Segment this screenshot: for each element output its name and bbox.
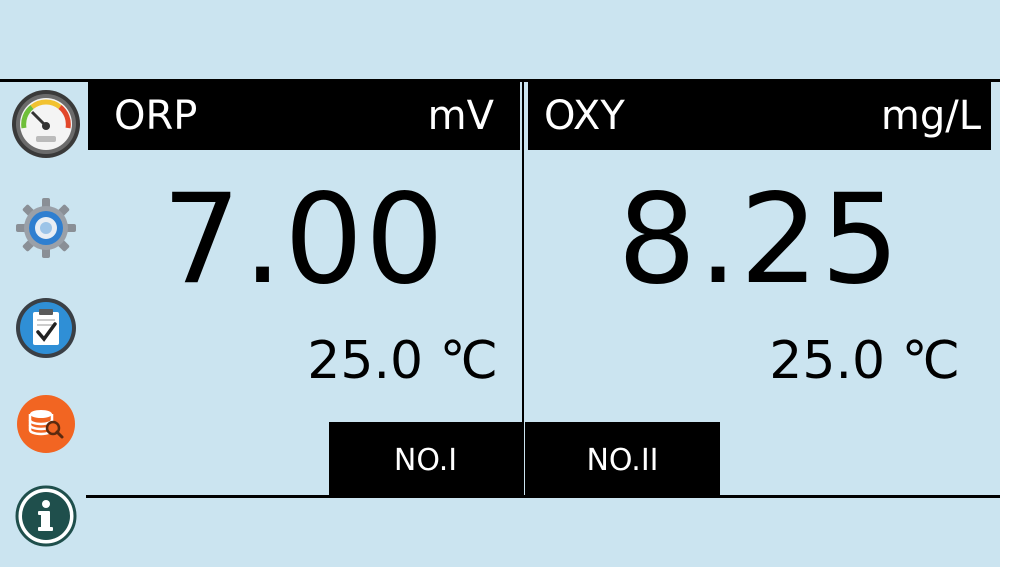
channel-1-temperature: 25.0 ℃ — [307, 331, 498, 391]
tab-channel-2[interactable]: NO.II — [525, 422, 720, 498]
sidebar-item-settings[interactable] — [10, 192, 82, 264]
channel-1-parameter: ORP — [114, 93, 198, 139]
channel-2-unit: mg/L — [880, 93, 981, 139]
channel-2-header: OXY mg/L — [528, 82, 991, 150]
channel-1-value: 7.00 — [161, 168, 447, 312]
channel-2-value: 8.25 — [617, 168, 902, 312]
clipboard-check-icon — [16, 298, 76, 358]
database-search-icon — [17, 395, 75, 453]
info-icon — [15, 485, 77, 547]
sidebar-item-data[interactable] — [10, 388, 82, 460]
gear-icon — [16, 198, 76, 258]
sidebar-item-measurement[interactable] — [10, 88, 82, 160]
gauge-icon — [12, 90, 80, 158]
channel-2-temperature: 25.0 ℃ — [769, 331, 960, 391]
monitor-screen: ORP mV 7.00 25.0 ℃ NO.I OXY mg/L 8.25 25… — [0, 0, 1000, 567]
channel-2-parameter: OXY — [544, 93, 625, 139]
channel-1-unit: mV — [427, 93, 494, 139]
center-divider — [522, 82, 524, 498]
tab-channel-1[interactable]: NO.I — [329, 422, 522, 498]
channel-1-header: ORP mV — [88, 82, 520, 150]
sidebar-item-info[interactable] — [10, 480, 82, 552]
sidebar-item-records[interactable] — [10, 292, 82, 364]
